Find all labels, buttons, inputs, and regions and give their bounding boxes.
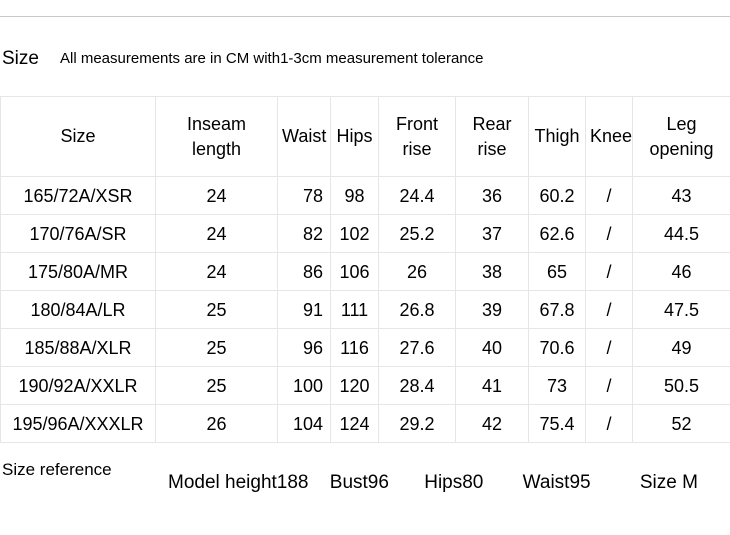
cell-leg-opening: 46 [632,252,730,291]
cell-hips: 111 [330,290,379,329]
table-row: 190/92A/XXLR 25 100 120 28.4 41 73 / 50.… [0,366,730,405]
cell-leg-opening: 49 [632,328,730,367]
cell-thigh: 67.8 [528,290,586,329]
top-divider [0,16,730,17]
cell-waist: 96 [277,328,331,367]
cell-rear-rise: 42 [455,404,529,443]
cell-rear-rise: 40 [455,328,529,367]
cell-hips: 106 [330,252,379,291]
model-size-value: Size M [639,472,698,493]
cell-inseam: 26 [155,404,278,443]
column-header-thigh: Thigh [528,96,586,177]
cell-leg-opening: 50.5 [632,366,730,405]
cell-rear-rise: 39 [455,290,529,329]
cell-knee: / [585,404,633,443]
cell-inseam: 25 [155,366,278,405]
cell-hips: 124 [330,404,379,443]
cell-waist: 86 [277,252,331,291]
cell-inseam: 25 [155,290,278,329]
cell-knee: / [585,252,633,291]
table-row: 165/72A/XSR 24 78 98 24.4 36 60.2 / 43 [0,176,730,215]
size-chart-page: Size All measurements are in CM with1-3c… [0,0,730,535]
cell-rear-rise: 36 [455,176,529,215]
column-header-hips: Hips [330,96,379,177]
cell-hips: 98 [330,176,379,215]
size-caption: Size All measurements are in CM with1-3c… [0,45,730,73]
cell-size: 170/76A/SR [0,214,156,253]
cell-leg-opening: 52 [632,404,730,443]
table-row: 175/80A/MR 24 86 106 26 38 65 / 46 [0,252,730,291]
cell-thigh: 75.4 [528,404,586,443]
cell-knee: / [585,366,633,405]
cell-knee: / [585,214,633,253]
size-reference-values: Model height188 Bust96 Hips80 Waist95 Si… [168,470,730,496]
cell-size: 195/96A/XXXLR [0,404,156,443]
column-header-front-rise: Front rise [378,96,456,177]
column-header-leg-opening: Leg opening [632,96,730,177]
column-header-rear-rise: Rear rise [455,96,529,177]
cell-leg-opening: 47.5 [632,290,730,329]
cell-knee: / [585,176,633,215]
size-reference-label: Size reference [2,460,112,479]
model-waist-value: Waist95 [522,472,591,493]
cell-waist: 91 [277,290,331,329]
cell-front-rise: 24.4 [378,176,456,215]
cell-hips: 120 [330,366,379,405]
cell-size: 180/84A/LR [0,290,156,329]
size-reference-section: Size reference Model height188 Bust96 Hi… [0,458,730,520]
cell-front-rise: 29.2 [378,404,456,443]
column-header-knee: Knee [585,96,633,177]
size-caption-title: Size [2,48,39,69]
cell-thigh: 62.6 [528,214,586,253]
cell-knee: / [585,290,633,329]
cell-inseam: 24 [155,214,278,253]
model-bust-value: Bust96 [329,472,389,493]
cell-size: 175/80A/MR [0,252,156,291]
cell-waist: 100 [277,366,331,405]
table-row: 180/84A/LR 25 91 111 26.8 39 67.8 / 47.5 [0,290,730,329]
cell-front-rise: 27.6 [378,328,456,367]
table-header-row: Size Inseam length Waist Hips Front rise… [0,96,730,177]
cell-inseam: 24 [155,252,278,291]
model-hips-value: Hips80 [424,472,484,493]
cell-hips: 102 [330,214,379,253]
cell-leg-opening: 43 [632,176,730,215]
size-measurements-table: Size Inseam length Waist Hips Front rise… [0,96,730,443]
cell-front-rise: 25.2 [378,214,456,253]
table-row: 170/76A/SR 24 82 102 25.2 37 62.6 / 44.5 [0,214,730,253]
cell-knee: / [585,328,633,367]
table-row: 185/88A/XLR 25 96 116 27.6 40 70.6 / 49 [0,328,730,367]
column-header-waist: Waist [277,96,331,177]
size-caption-note: All measurements are in CM with1-3cm mea… [60,50,484,67]
model-height-value: Model height188 [168,472,309,493]
cell-front-rise: 28.4 [378,366,456,405]
cell-thigh: 60.2 [528,176,586,215]
column-header-inseam-length: Inseam length [155,96,278,177]
cell-leg-opening: 44.5 [632,214,730,253]
cell-waist: 82 [277,214,331,253]
table-row: 195/96A/XXXLR 26 104 124 29.2 42 75.4 / … [0,404,730,443]
cell-hips: 116 [330,328,379,367]
cell-thigh: 65 [528,252,586,291]
cell-thigh: 73 [528,366,586,405]
cell-waist: 78 [277,176,331,215]
cell-rear-rise: 37 [455,214,529,253]
cell-rear-rise: 38 [455,252,529,291]
cell-rear-rise: 41 [455,366,529,405]
cell-waist: 104 [277,404,331,443]
cell-inseam: 25 [155,328,278,367]
column-header-size: Size [0,96,156,177]
cell-size: 165/72A/XSR [0,176,156,215]
cell-front-rise: 26 [378,252,456,291]
cell-inseam: 24 [155,176,278,215]
cell-thigh: 70.6 [528,328,586,367]
cell-size: 185/88A/XLR [0,328,156,367]
cell-size: 190/92A/XXLR [0,366,156,405]
cell-front-rise: 26.8 [378,290,456,329]
